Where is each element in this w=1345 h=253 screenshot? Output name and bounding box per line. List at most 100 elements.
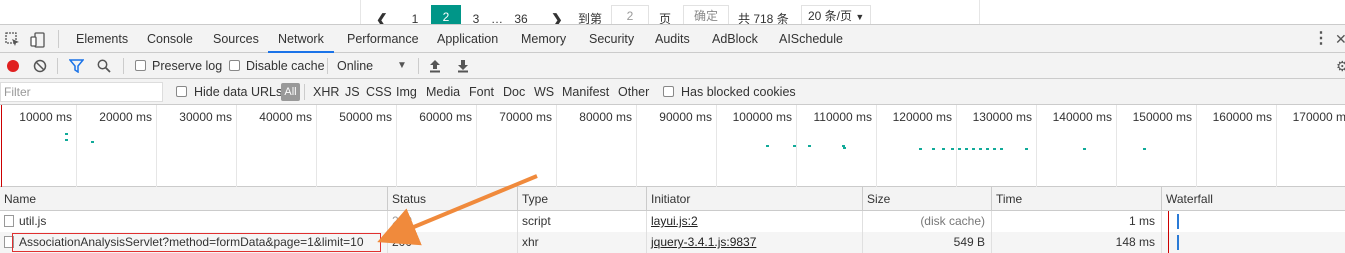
request-time: 1 ms [992,211,1162,232]
tab-elements[interactable]: Elements [76,25,128,53]
filter-type-doc[interactable]: Doc [503,79,525,105]
tab-adblock[interactable]: AdBlock [712,25,758,53]
pagination-container: ❮ 1 2 3 … 36 ❯ 到第 2 页 确定 共 718 条 20 条/页 … [360,0,980,27]
request-size: 549 B [863,232,992,253]
search-icon[interactable] [97,53,111,79]
toolbar-divider [58,30,59,48]
filter-type-css[interactable]: CSS [366,79,392,105]
timeline-request-marker [843,147,846,149]
timeline-request-marker [951,148,954,150]
tab-performance[interactable]: Performance [347,25,419,53]
timeline-gridline [796,105,797,187]
timeline-request-marker [986,148,989,150]
column-header-size[interactable]: Size [863,187,992,211]
export-har-icon[interactable] [457,53,469,79]
filter-type-media[interactable]: Media [426,79,460,105]
timeline-tick-label: 40000 ms [259,110,312,124]
disable-cache-checkbox[interactable] [229,60,240,71]
timeline-tick-label: 70000 ms [499,110,552,124]
column-header-type[interactable]: Type [518,187,647,211]
column-header-time[interactable]: Time [992,187,1162,211]
pagination-bar: ❮ 1 2 3 … 36 ❯ 到第 2 页 确定 共 718 条 20 条/页 … [0,0,1345,27]
filter-icon[interactable] [68,53,85,79]
network-overview-timeline[interactable]: 10000 ms 20000 ms 30000 ms 40000 ms 50000 ms… [0,105,1345,187]
timeline-request-marker [766,145,769,147]
hide-data-urls-label: Hide data URLs [194,85,283,99]
preserve-log-checkbox[interactable] [135,60,146,71]
tab-console[interactable]: Console [147,25,193,53]
clear-icon[interactable] [33,53,47,79]
timeline-request-marker [808,145,811,147]
filter-type-xhr[interactable]: XHR [313,79,339,105]
request-initiator[interactable]: layui.js:2 [647,211,863,232]
timeline-request-marker [1083,148,1086,150]
timeline-tick-label: 150000 ms [1132,110,1192,124]
toolbar-divider [57,58,58,74]
timeline-tick-label: 20000 ms [99,110,152,124]
has-blocked-cookies-checkbox[interactable] [663,86,674,97]
devtools-panel: Elements Console Sources Network Perform… [0,24,1345,253]
request-time: 148 ms [992,232,1162,253]
toolbar-divider [123,58,124,74]
tab-security[interactable]: Security [589,25,634,53]
timeline-tick-label: 10000 ms [19,110,72,124]
timeline-tick-label: 170000 ms [1292,110,1345,124]
import-har-icon[interactable] [429,53,441,79]
filter-type-img[interactable]: Img [396,79,417,105]
timeline-gridline [476,105,477,187]
filter-type-manifest[interactable]: Manifest [562,79,609,105]
request-size: (disk cache) [863,211,992,232]
tab-application[interactable]: Application [437,25,498,53]
timeline-gridline [76,105,77,187]
timeline-gridline [1036,105,1037,187]
network-request-table: Name Status Type Initiator Size Time Wat… [0,187,1345,253]
more-tabs-icon[interactable]: ⋮ [1313,25,1329,53]
tab-network[interactable]: Network [268,25,334,53]
timeline-request-marker [1000,148,1003,150]
tab-memory[interactable]: Memory [521,25,566,53]
timeline-tick-label: 130000 ms [972,110,1032,124]
caret-down-icon: ▼ [855,12,865,22]
tab-audits[interactable]: Audits [655,25,690,53]
timeline-request-marker [919,148,922,150]
record-icon[interactable] [6,53,20,79]
request-status: 200 [388,232,518,253]
timeline-tick-label: 110000 ms [813,110,872,124]
timeline-request-marker [65,133,68,135]
tab-aischedule[interactable]: AISchedule [779,25,843,53]
device-toolbar-icon[interactable] [30,26,46,52]
tab-sources[interactable]: Sources [213,25,259,53]
filter-type-ws[interactable]: WS [534,79,554,105]
disable-cache-label: Disable cache [246,59,325,73]
filter-type-font[interactable]: Font [469,79,494,105]
gear-icon[interactable]: ⚙ [1336,53,1345,79]
timeline-request-marker [979,148,982,150]
column-header-name[interactable]: Name [0,187,388,211]
timeline-request-marker [1143,148,1146,150]
timeline-gridline [876,105,877,187]
table-row[interactable]: AssociationAnalysisServlet?method=formDa… [0,232,1345,253]
request-initiator[interactable]: jquery-3.4.1.js:9837 [647,232,863,253]
filter-type-js[interactable]: JS [345,79,360,105]
waterfall-marker [1168,232,1169,253]
column-header-status[interactable]: Status [388,187,518,211]
hide-data-urls-checkbox[interactable] [176,86,187,97]
close-icon[interactable]: ✕ [1335,25,1345,53]
timeline-marker [1,105,2,187]
preserve-log-label: Preserve log [152,59,223,73]
timeline-gridline [1276,105,1277,187]
timeline-tick-label: 30000 ms [179,110,232,124]
throttling-select[interactable]: Online [337,53,373,79]
timeline-tick-label: 60000 ms [419,110,472,124]
inspect-element-icon[interactable] [5,26,21,52]
timeline-gridline [396,105,397,187]
request-name[interactable]: util.js [0,211,388,232]
caret-down-icon[interactable]: ▼ [397,53,407,79]
filter-type-all[interactable]: All [281,83,300,101]
column-header-initiator[interactable]: Initiator [647,187,863,211]
column-header-waterfall[interactable]: Waterfall [1162,187,1345,211]
has-blocked-cookies-label: Has blocked cookies [681,85,796,99]
table-row[interactable]: util.js 200 script layui.js:2 (disk cach… [0,211,1345,232]
filter-input[interactable]: Filter [0,82,163,102]
filter-type-other[interactable]: Other [618,79,649,105]
